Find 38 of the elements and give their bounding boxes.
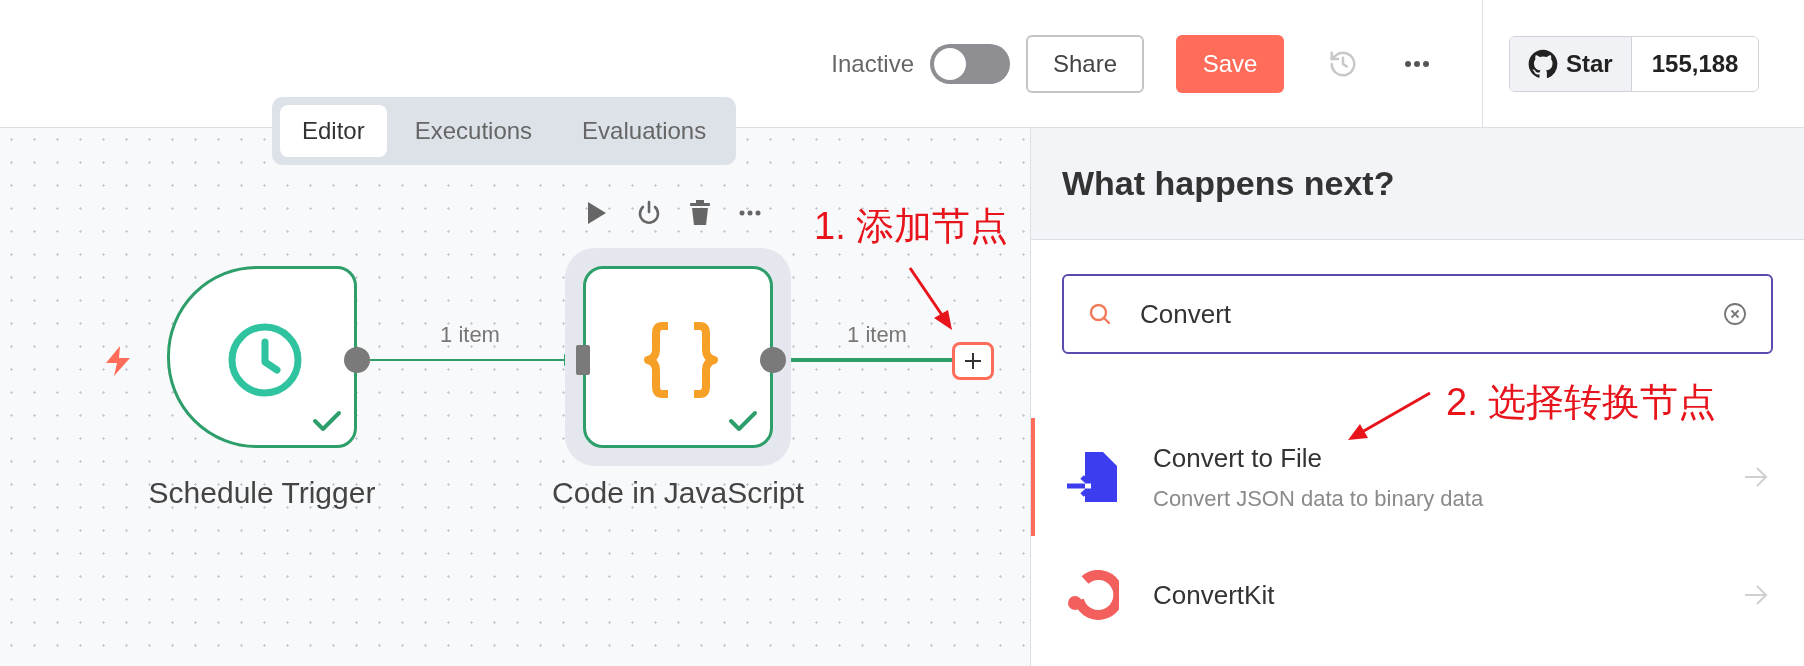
arrow-right-icon bbox=[1744, 584, 1768, 606]
panel-title: What happens next? bbox=[1062, 163, 1395, 204]
arrow-right-icon bbox=[1744, 466, 1768, 488]
annotation-arrow bbox=[908, 267, 952, 330]
search-icon bbox=[1088, 302, 1112, 326]
add-node-button[interactable] bbox=[952, 342, 994, 380]
more-icon[interactable] bbox=[739, 210, 761, 216]
node-result-item[interactable]: ConvertKit bbox=[1031, 536, 1804, 654]
node-title: Schedule Trigger bbox=[148, 475, 376, 511]
ring-logo-icon bbox=[1065, 570, 1119, 620]
clear-icon[interactable] bbox=[1723, 302, 1747, 326]
view-tab[interactable]: Editor bbox=[280, 105, 387, 157]
github-icon bbox=[1528, 48, 1558, 79]
bolt-icon bbox=[104, 346, 132, 376]
node-name: ConvertKit bbox=[1153, 578, 1276, 612]
code-braces-icon bbox=[644, 322, 718, 398]
power-icon[interactable] bbox=[637, 200, 661, 226]
view-tab[interactable]: Executions bbox=[392, 105, 555, 157]
trash-icon[interactable] bbox=[689, 200, 711, 226]
input-handle[interactable] bbox=[576, 345, 590, 375]
more-icon[interactable] bbox=[1404, 59, 1430, 68]
view-tab[interactable]: Evaluations bbox=[560, 105, 729, 157]
workflow-node[interactable] bbox=[167, 266, 357, 448]
node-description: Convert JSON data to binary data bbox=[1153, 485, 1485, 513]
plus-icon bbox=[964, 352, 982, 370]
search-field[interactable]: Convert bbox=[1062, 274, 1773, 354]
annotation-text: 1. 添加节点 bbox=[814, 204, 1009, 249]
active-toggle[interactable] bbox=[930, 43, 1010, 84]
edge-label: 1 item bbox=[440, 321, 500, 349]
node-name: Convert to File bbox=[1153, 442, 1324, 475]
share-button[interactable]: Share bbox=[1026, 34, 1144, 93]
node-title: Code in JavaScript bbox=[552, 475, 804, 511]
workflow-node[interactable] bbox=[583, 266, 773, 448]
edge-label: 1 item bbox=[847, 321, 907, 349]
status-label: Inactive bbox=[831, 48, 914, 79]
output-handle[interactable] bbox=[344, 347, 370, 373]
file-arrow-icon bbox=[1065, 452, 1119, 502]
star-button[interactable]: Star bbox=[1510, 36, 1632, 91]
